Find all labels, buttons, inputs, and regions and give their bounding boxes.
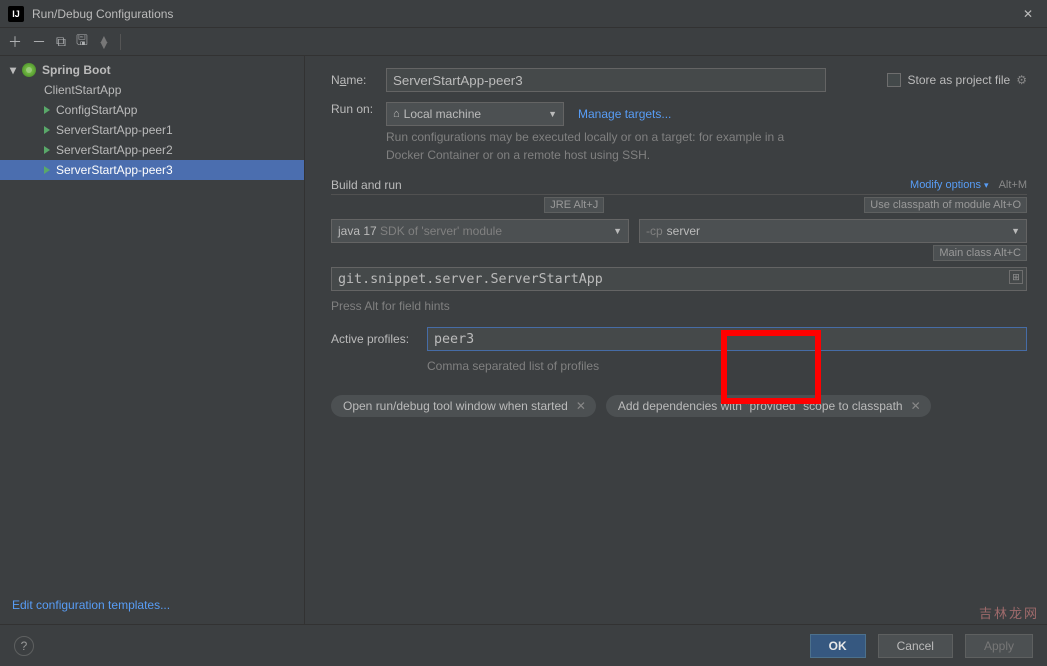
title-bar: IJ Run/Debug Configurations ✕ — [0, 0, 1047, 28]
cp-value: server — [667, 224, 700, 238]
shortcut-hint: Alt+M — [999, 179, 1027, 191]
chip-label: Add dependencies with "provided" scope t… — [618, 399, 903, 413]
chevron-down-icon: ▼ — [548, 109, 557, 119]
home-icon: ⌂ — [393, 108, 400, 120]
tree-group-spring[interactable]: ▾ Spring Boot — [0, 60, 304, 80]
expand-icon[interactable]: ⊞ — [1009, 270, 1023, 284]
chevron-down-icon: ▼ — [613, 226, 622, 236]
item-label: ConfigStartApp — [56, 103, 137, 117]
runon-value: Local machine — [404, 107, 481, 121]
store-label: Store as project file — [907, 73, 1010, 87]
item-label: ServerStartApp-peer3 — [56, 163, 173, 177]
edit-templates-link[interactable]: Edit configuration templates... — [12, 598, 170, 612]
field-hints: Press Alt for field hints — [331, 299, 1027, 313]
run-icon — [44, 166, 50, 174]
add-button[interactable]: ＋ — [8, 32, 22, 52]
separator — [120, 34, 121, 50]
tree-item-peer1[interactable]: ServerStartApp-peer1 — [0, 120, 304, 140]
copy-button[interactable]: ⧉ — [56, 33, 66, 50]
store-as-project[interactable]: Store as project file ⚙ — [887, 73, 1027, 87]
active-profiles-label: Active profiles: — [331, 332, 427, 346]
gear-icon[interactable]: ⚙ — [1016, 73, 1027, 87]
run-icon — [44, 126, 50, 134]
cancel-button[interactable]: Cancel — [878, 634, 953, 658]
remove-button[interactable]: － — [32, 32, 46, 52]
main-hint-badge: Main class Alt+C — [933, 245, 1027, 261]
apply-button[interactable]: Apply — [965, 634, 1033, 658]
config-tree: ▾ Spring Boot ClientStartApp ConfigStart… — [0, 56, 305, 624]
build-run-header: Build and run Modify options ▾ Alt+M — [331, 178, 1027, 195]
run-icon — [44, 106, 50, 114]
name-label: Name: — [331, 73, 386, 87]
cp-hint-badge: Use classpath of module Alt+O — [864, 197, 1027, 213]
item-label: ServerStartApp-peer1 — [56, 123, 173, 137]
runon-hint: Run configurations may be executed local… — [386, 128, 786, 164]
jre-hint-badge: JRE Alt+J — [544, 197, 604, 213]
window-title: Run/Debug Configurations — [32, 7, 1017, 21]
chip-open-tool-window[interactable]: Open run/debug tool window when started … — [331, 395, 596, 417]
tree-item-peer3[interactable]: ServerStartApp-peer3 — [0, 160, 304, 180]
run-icon — [44, 146, 50, 154]
group-label: Spring Boot — [42, 63, 111, 77]
close-icon[interactable]: ✕ — [576, 399, 586, 413]
toolbar: ＋ － ⧉ 🖫 ▲▼ — [0, 28, 1047, 56]
chip-provided-scope[interactable]: Add dependencies with "provided" scope t… — [606, 395, 931, 417]
sdk-value-dim: SDK of 'server' module — [380, 224, 502, 238]
manage-targets-link[interactable]: Manage targets... — [578, 107, 671, 121]
dialog-footer: ? OK Cancel Apply — [0, 624, 1047, 666]
classpath-select[interactable]: -cp server ▼ — [639, 219, 1027, 243]
tree-item-client[interactable]: ClientStartApp — [0, 80, 304, 100]
ok-button[interactable]: OK — [810, 634, 866, 658]
runon-label: Run on: — [331, 102, 386, 116]
chip-label: Open run/debug tool window when started — [343, 399, 568, 413]
active-profiles-hint: Comma separated list of profiles — [427, 357, 1027, 375]
main-class-input[interactable] — [331, 267, 1027, 291]
app-icon: IJ — [8, 6, 24, 22]
save-button[interactable]: 🖫 — [76, 30, 88, 54]
tree-item-config[interactable]: ConfigStartApp — [0, 100, 304, 120]
item-label: ServerStartApp-peer2 — [56, 143, 173, 157]
help-button[interactable]: ? — [14, 636, 34, 656]
tree-item-peer2[interactable]: ServerStartApp-peer2 — [0, 140, 304, 160]
checkbox-icon[interactable] — [887, 73, 901, 87]
cp-prefix: -cp — [646, 224, 663, 238]
chevron-down-icon: ▼ — [1011, 226, 1020, 236]
modify-options-link[interactable]: Modify options ▾ — [910, 179, 989, 191]
caret-down-icon: ▾ — [8, 63, 18, 77]
name-input[interactable] — [386, 68, 826, 92]
item-label: ClientStartApp — [44, 83, 121, 97]
sdk-value: java 17 — [338, 224, 377, 238]
section-title: Build and run — [331, 178, 402, 192]
runon-select[interactable]: ⌂ Local machine ▼ — [386, 102, 564, 126]
close-icon[interactable]: ✕ — [1017, 5, 1039, 23]
close-icon[interactable]: ✕ — [911, 399, 921, 413]
active-profiles-input[interactable] — [427, 327, 1027, 351]
main-panel: Name: Store as project file ⚙ Run on: ⌂ … — [305, 56, 1047, 624]
move-updown[interactable]: ▲▼ — [98, 36, 110, 48]
spring-icon — [22, 63, 36, 77]
sdk-select[interactable]: java 17 SDK of 'server' module ▼ — [331, 219, 629, 243]
